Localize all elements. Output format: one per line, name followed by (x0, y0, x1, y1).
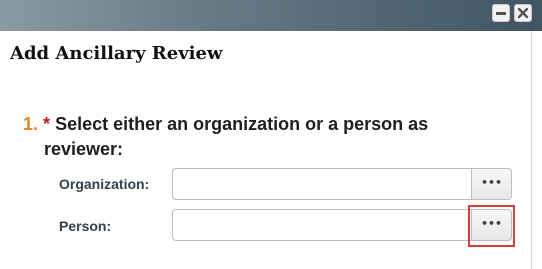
organization-input[interactable] (172, 168, 471, 200)
required-marker: * (43, 114, 51, 134)
minimize-icon (496, 12, 506, 15)
person-field-group: ••• (172, 209, 512, 241)
minimize-button[interactable] (492, 4, 510, 22)
organization-label: Organization: (59, 176, 150, 192)
organization-field-group: ••• (172, 168, 512, 200)
person-label: Person: (59, 218, 112, 234)
question-text-line2: reviewer: (44, 139, 124, 159)
organization-lookup-button[interactable]: ••• (471, 168, 512, 200)
close-button[interactable] (514, 4, 532, 22)
question-number: 1. (23, 114, 39, 134)
question-text-line1: Select either an organization or a perso… (55, 114, 429, 134)
title-bar[interactable] (0, 0, 542, 31)
dialog-title: Add Ancillary Review (10, 43, 223, 64)
close-icon (517, 7, 529, 19)
dialog-window: Add Ancillary Review 1. * Select either … (0, 0, 542, 269)
dialog-edge (531, 31, 532, 269)
person-input[interactable] (172, 209, 471, 241)
question-prompt: 1. * Select either an organization or a … (23, 112, 493, 162)
person-lookup-button[interactable]: ••• (471, 209, 512, 241)
